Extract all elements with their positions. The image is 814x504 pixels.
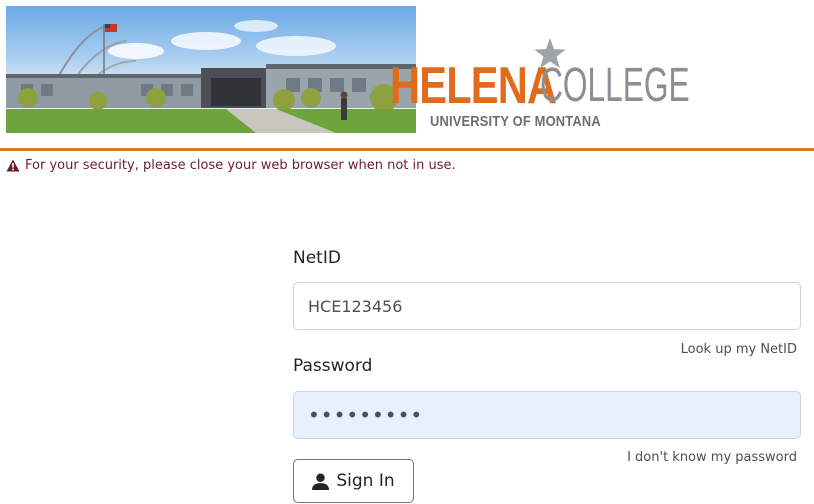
header-divider — [0, 148, 814, 151]
college-logo: HELENA COLLEGE UNIVERSITY OF MONTANA — [390, 38, 690, 133]
sign-in-button[interactable]: Sign In — [293, 459, 414, 503]
logo-affiliation: UNIVERSITY OF MONTANA — [430, 113, 601, 130]
forgot-password-link[interactable]: I don't know my password — [627, 450, 797, 465]
user-icon — [312, 473, 330, 490]
alert-text: For your security, please close your web… — [25, 158, 456, 173]
sign-in-label: Sign In — [336, 471, 395, 491]
security-alert: For your security, please close your web… — [6, 158, 456, 173]
lookup-netid-link[interactable]: Look up my NetID — [681, 342, 797, 357]
netid-input[interactable] — [293, 282, 801, 330]
logo-name-secondary: COLLEGE — [540, 59, 690, 112]
netid-label: NetID — [293, 248, 341, 268]
password-label: Password — [293, 356, 373, 376]
password-input[interactable] — [293, 391, 801, 439]
header-banner: HELENA COLLEGE UNIVERSITY OF MONTANA — [0, 0, 814, 151]
logo-name-primary: HELENA — [390, 57, 557, 115]
warning-icon — [6, 159, 20, 172]
campus-photo — [6, 6, 416, 133]
